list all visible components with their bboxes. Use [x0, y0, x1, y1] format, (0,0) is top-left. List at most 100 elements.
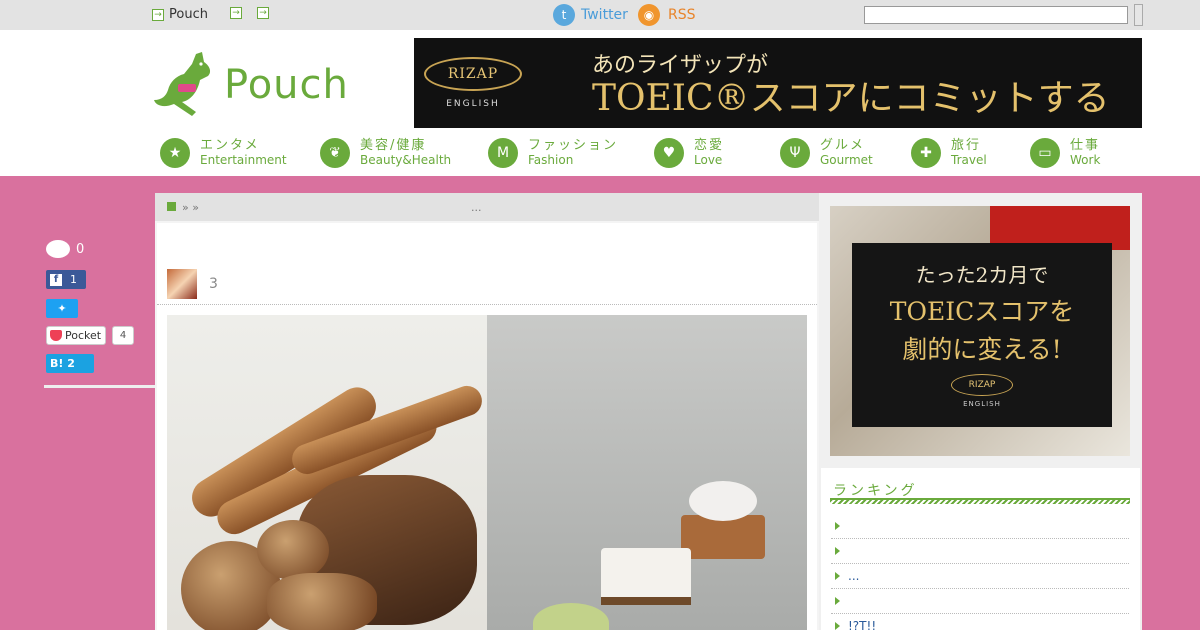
ad-line3: 劇的に変える! [902, 335, 1062, 364]
author-count: 3 [209, 276, 218, 292]
top-link-3[interactable]: → [257, 7, 269, 19]
breadcrumb-home-icon[interactable] [167, 202, 176, 211]
category-beauty-health[interactable]: ❦ 美容/健康 Beauty&Health [320, 138, 451, 168]
category-ja-label: エンタメ [200, 138, 260, 153]
ranking-item[interactable] [831, 589, 1129, 614]
category-ja-label: グルメ [820, 138, 866, 153]
rss-label: RSS [668, 7, 696, 23]
top-bar: → Pouch → → t Twitter ◉ RSS [0, 0, 1200, 30]
top-link-2[interactable]: → [230, 7, 242, 19]
ranking-item-label: !?T!! [848, 619, 877, 630]
rss-link[interactable]: ◉ RSS [638, 4, 696, 26]
twitter-share-button[interactable]: ✦ [46, 299, 78, 318]
facebook-share-button[interactable]: f1 [46, 270, 86, 289]
category-ja-label: 仕事 [1070, 138, 1101, 153]
twitter-label: Twitter [581, 7, 628, 23]
leaf-icon: ❦ [320, 138, 350, 168]
category-ja-label: 恋愛 [694, 138, 725, 153]
site-home-link[interactable]: → Pouch [152, 7, 208, 22]
ad-line2: TOEICスコアを [889, 297, 1075, 326]
speech-bubble-icon [46, 240, 70, 258]
category-en-label: Beauty&Health [360, 153, 452, 167]
twitter-bird-icon: ✦ [57, 302, 67, 315]
ad-rizap-sublabel: ENGLISH [963, 400, 1001, 408]
category-en-label: Travel [951, 153, 987, 167]
pocket-count: 4 [112, 326, 134, 345]
ranking-title-bar [830, 498, 1130, 504]
category-en-label: Gourmet [820, 153, 873, 167]
pocket-label: Pocket [65, 329, 102, 342]
breadcrumb-current: ... [471, 201, 482, 214]
ad-line1: たった2カ月で [915, 263, 1049, 287]
ranking-item[interactable] [831, 514, 1129, 539]
logo-text: Pouch [224, 62, 349, 108]
sidebar: たった2カ月で TOEICスコアを 劇的に変える! RIZAP ENGLISH … [819, 193, 1142, 630]
banner-headline-main: TOEIC®スコアにコミットする [592, 78, 1110, 119]
triangle-bullet-icon [835, 547, 840, 555]
rizap-sidebar-ad[interactable]: たった2カ月で TOEICスコアを 劇的に変える! RIZAP ENGLISH [830, 206, 1130, 456]
triangle-bullet-icon [835, 572, 840, 580]
site-logo[interactable]: Pouch [152, 50, 349, 120]
author-info: 3 [167, 269, 218, 299]
breadcrumb: » » ... [155, 193, 819, 221]
ranking-item-label: ... [848, 569, 860, 583]
category-ja-label: 美容/健康 [360, 138, 427, 153]
article-photo [167, 315, 807, 630]
arrow-right-icon: → [230, 7, 242, 19]
category-en-label: Work [1070, 153, 1101, 167]
divider [157, 304, 817, 305]
briefcase-icon: ▭ [1030, 138, 1060, 168]
pocket-icon [50, 330, 62, 341]
ranking-item[interactable] [831, 539, 1129, 564]
category-work[interactable]: ▭ 仕事 Work [1030, 138, 1100, 168]
category-en-label: Love [694, 153, 723, 167]
category-travel[interactable]: ✚ 旅行 Travel [911, 138, 987, 168]
category-en-label: Fashion [528, 153, 574, 167]
triangle-bullet-icon [835, 597, 840, 605]
share-column: 0 f1 ✦ Pocket 4 B! 2 [46, 240, 134, 373]
hatena-count: 2 [67, 357, 75, 370]
category-en-label: Entertainment [200, 153, 287, 167]
rizap-header-banner[interactable]: RIZAP ENGLISH あのライザップが TOEIC®スコアにコミットする [414, 38, 1142, 128]
facebook-count: 1 [70, 273, 77, 286]
rizap-sublabel: ENGLISH [446, 99, 500, 109]
triangle-bullet-icon [835, 622, 840, 630]
globe-icon: ✚ [911, 138, 941, 168]
comment-count: 0 [76, 241, 85, 257]
kangaroo-logo-icon [154, 52, 211, 116]
site-header: Pouch RIZAP ENGLISH あのライザップが TOEIC®スコアにコ… [0, 30, 1200, 176]
category-nav: ★ エンタメ Entertainment ❦ 美容/健康 Beauty&Health… [160, 138, 1120, 172]
ranking-box: ランキング ... !?T!! [821, 468, 1140, 630]
twitter-bird-icon: t [553, 4, 575, 26]
site-home-label: Pouch [169, 7, 208, 22]
comment-count-button[interactable]: 0 [46, 240, 84, 258]
fork-icon: Ψ [780, 138, 810, 168]
article-content: 3 [157, 223, 817, 630]
rss-feed-icon: ◉ [638, 4, 660, 26]
category-ja-label: 旅行 [951, 138, 982, 153]
search-input[interactable] [864, 6, 1128, 24]
category-fashion[interactable]: M ファッション Fashion [488, 138, 618, 168]
pocket-share-button[interactable]: Pocket 4 [46, 326, 134, 345]
ranking-item[interactable]: !?T!! [831, 614, 1129, 630]
search-button[interactable] [1134, 4, 1143, 26]
triangle-bullet-icon [835, 522, 840, 530]
rizap-logo: RIZAP [424, 57, 522, 91]
avatar[interactable] [167, 269, 197, 299]
category-entertainment[interactable]: ★ エンタメ Entertainment [160, 138, 287, 168]
rizap-badge: RIZAP ENGLISH [414, 38, 532, 128]
hatena-label: B! [50, 357, 64, 370]
ad-rizap-logo: RIZAP [951, 374, 1013, 396]
arrow-right-icon: → [152, 8, 164, 21]
category-love[interactable]: ♥ 恋愛 Love [654, 138, 724, 168]
ranking-item[interactable]: ... [831, 564, 1129, 589]
arrow-right-icon: → [257, 7, 269, 19]
twitter-link[interactable]: t Twitter [553, 4, 628, 26]
share-divider [44, 385, 160, 388]
article-panel: » » ... 3 [155, 193, 819, 630]
heart-icon: ♥ [654, 138, 684, 168]
star-icon: ★ [160, 138, 190, 168]
shirt-icon: M [488, 138, 518, 168]
hatena-bookmark-button[interactable]: B! 2 [46, 354, 94, 373]
category-gourmet[interactable]: Ψ グルメ Gourmet [780, 138, 873, 168]
